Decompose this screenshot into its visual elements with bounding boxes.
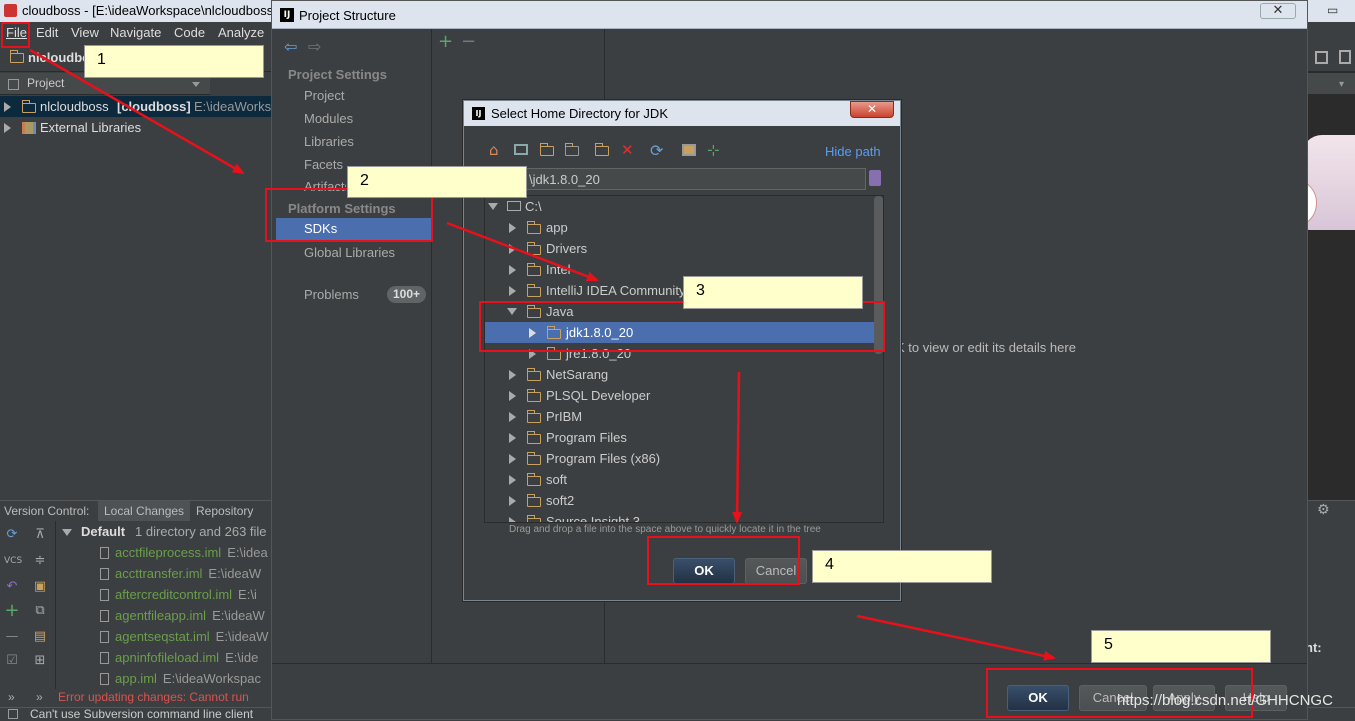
arrow-step-1: [29, 48, 245, 175]
arrow-step-4: [856, 614, 1056, 661]
arrow-step-2: [446, 221, 599, 282]
watermark: https://blog.csdn.net/GHHCNGC: [1117, 692, 1333, 709]
arrow-step-3: [732, 371, 743, 524]
annotation-arrows: [29, 48, 1056, 661]
